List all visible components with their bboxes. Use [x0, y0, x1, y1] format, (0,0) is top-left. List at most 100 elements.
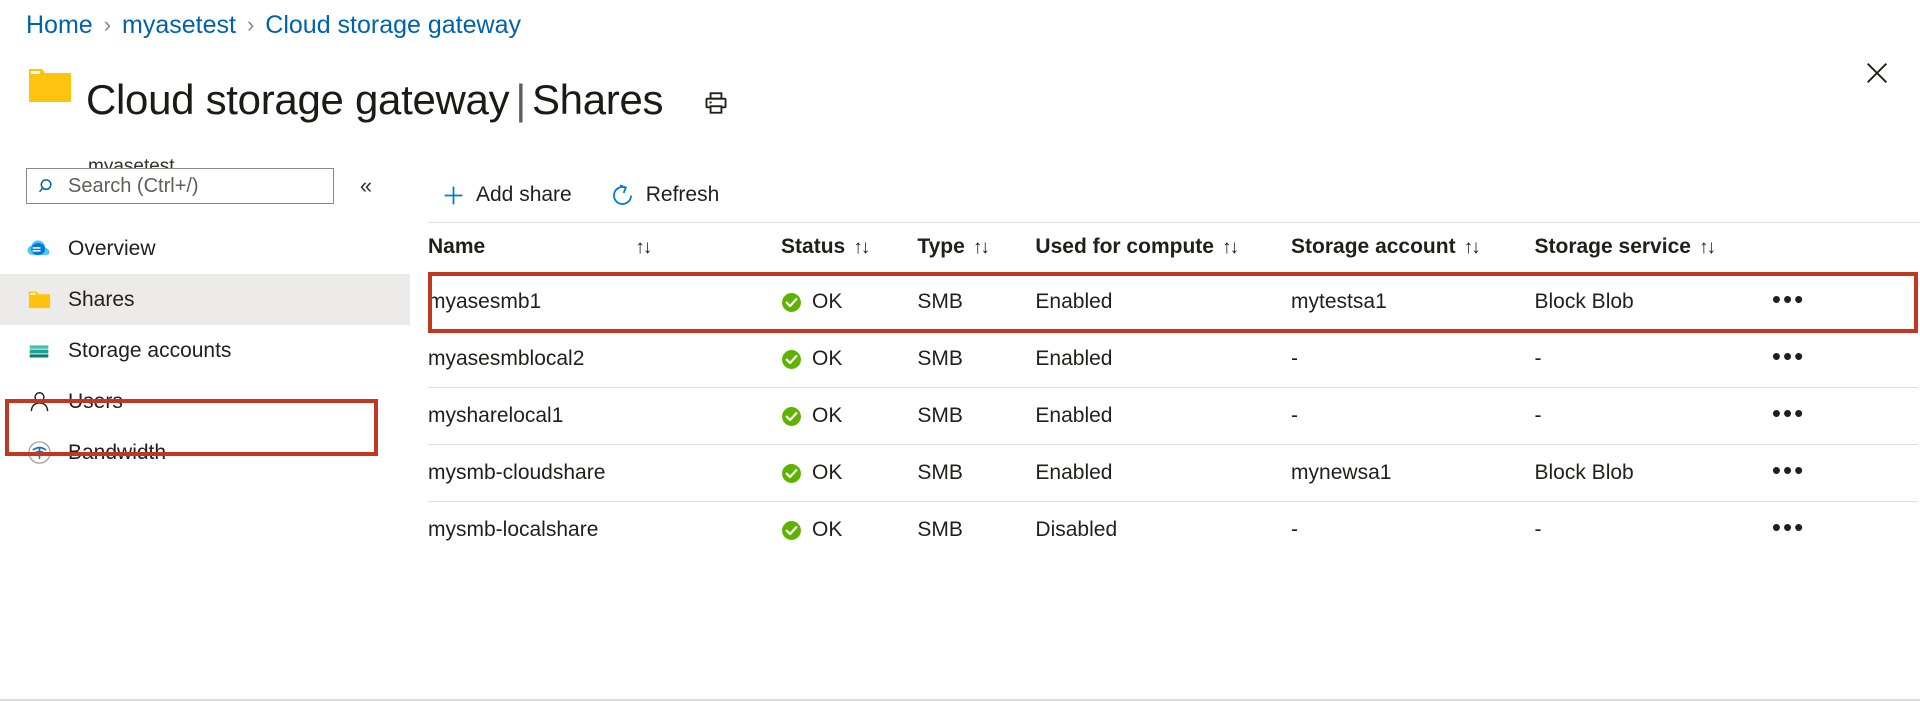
cell-type: SMB [917, 331, 1035, 388]
status-label: OK [812, 461, 842, 485]
cell-type: SMB [917, 274, 1035, 331]
blade-title-texts: Cloud storage gateway|Shares myasetest [86, 50, 733, 178]
column-header-status[interactable]: Status ↑↓ [781, 223, 917, 274]
sort-icon[interactable]: ↑↓ [973, 237, 988, 259]
cell-storage-service: Block Blob [1535, 445, 1772, 502]
command-bar: Add share Refresh [410, 168, 1920, 222]
cell-type: SMB [917, 502, 1035, 559]
storage-account-icon [24, 336, 54, 366]
cell-type: SMB [917, 388, 1035, 445]
column-label: Storage account [1291, 235, 1456, 259]
sidebar-item-bandwidth[interactable]: Bandwidth [0, 427, 410, 478]
column-header-type[interactable]: Type ↑↓ [917, 223, 1035, 274]
sidebar: « Overview [0, 168, 410, 699]
sidebar-item-overview[interactable]: Overview [0, 223, 410, 274]
search-icon [38, 177, 57, 196]
cell-storage-service: - [1535, 388, 1772, 445]
table-header: Name ↑↓ Status ↑↓ Type [428, 223, 1918, 274]
column-header-storage-account[interactable]: Storage account ↑↓ [1291, 223, 1534, 274]
add-share-button[interactable]: Add share [428, 176, 584, 214]
table-row[interactable]: mysmb-cloudshare OK [428, 445, 1918, 502]
cell-storage-service: Block Blob [1535, 274, 1772, 331]
cell-name[interactable]: mysmb-localshare [428, 502, 781, 559]
cell-name[interactable]: mysharelocal1 [428, 388, 781, 445]
cell-used-for-compute: Enabled [1035, 388, 1291, 445]
sidebar-item-shares[interactable]: Shares [0, 274, 410, 325]
cell-used-for-compute: Disabled [1035, 502, 1291, 559]
table-row[interactable]: mysharelocal1 OK [428, 388, 1918, 445]
column-header-name[interactable]: Name ↑↓ [428, 223, 781, 274]
sort-icon[interactable]: ↑↓ [1699, 237, 1714, 259]
page-title-resource: Cloud storage gateway [86, 76, 509, 123]
status-label: OK [812, 404, 842, 428]
sidebar-item-users[interactable]: Users [0, 376, 410, 427]
cell-storage-account: - [1291, 388, 1534, 445]
cell-name[interactable]: myasesmb1 [428, 274, 781, 331]
row-context-menu-button[interactable]: ••• [1772, 465, 1805, 475]
plus-icon [440, 182, 466, 208]
cell-storage-account: - [1291, 502, 1534, 559]
column-header-used-for-compute[interactable]: Used for compute ↑↓ [1035, 223, 1291, 274]
row-context-menu-button[interactable]: ••• [1772, 522, 1805, 532]
sort-icon[interactable]: ↑↓ [635, 237, 650, 259]
breadcrumb-item-home[interactable]: Home [26, 11, 93, 40]
cell-actions: ••• [1772, 331, 1918, 388]
column-label: Status [781, 235, 845, 259]
cell-status: OK [781, 445, 917, 502]
check-circle-icon [781, 463, 802, 484]
column-label: Used for compute [1035, 235, 1214, 259]
sidebar-item-label: Storage accounts [68, 339, 231, 363]
sort-icon[interactable]: ↑↓ [853, 237, 868, 259]
cell-used-for-compute: Enabled [1035, 274, 1291, 331]
cell-storage-account: mynewsa1 [1291, 445, 1534, 502]
sort-icon[interactable]: ↑↓ [1222, 237, 1237, 259]
table-row[interactable]: mysmb-localshare OK [428, 502, 1918, 559]
collapse-sidebar-button[interactable]: « [352, 172, 380, 200]
breadcrumb-item-myasetest[interactable]: myasetest [122, 11, 236, 40]
cell-type: SMB [917, 445, 1035, 502]
table-row[interactable]: myasesmblocal2 OK [428, 331, 1918, 388]
cell-actions: ••• [1772, 502, 1918, 559]
check-circle-icon [781, 292, 802, 313]
search-input[interactable] [66, 174, 310, 199]
breadcrumb-item-cloud-storage-gateway[interactable]: Cloud storage gateway [265, 11, 521, 40]
folder-icon [26, 60, 74, 108]
cell-storage-service: - [1535, 502, 1772, 559]
cell-actions: ••• [1772, 445, 1918, 502]
breadcrumb-separator: › [104, 12, 111, 38]
cell-storage-account: - [1291, 331, 1534, 388]
breadcrumb: Home › myasetest › Cloud storage gateway [26, 8, 521, 42]
close-icon[interactable] [1856, 52, 1898, 94]
refresh-button[interactable]: Refresh [598, 176, 732, 214]
azure-portal-blade: Home › myasetest › Cloud storage gateway… [0, 0, 1920, 701]
sidebar-item-label: Shares [68, 288, 135, 312]
cell-status: OK [781, 274, 917, 331]
check-circle-icon [781, 406, 802, 427]
sidebar-item-label: Users [68, 390, 123, 414]
table-header-row: Name ↑↓ Status ↑↓ Type [428, 223, 1918, 274]
row-context-menu-button[interactable]: ••• [1772, 408, 1805, 418]
sort-icon[interactable]: ↑↓ [1464, 237, 1479, 259]
column-label: Storage service [1535, 235, 1691, 259]
page-title-separator: | [509, 76, 532, 123]
cell-status: OK [781, 388, 917, 445]
cell-storage-service: - [1535, 331, 1772, 388]
cell-used-for-compute: Enabled [1035, 331, 1291, 388]
table-body: myasesmb1 OK [428, 274, 1918, 559]
column-label: Type [917, 235, 964, 259]
refresh-label: Refresh [646, 183, 720, 207]
cell-name[interactable]: mysmb-cloudshare [428, 445, 781, 502]
cell-status: OK [781, 331, 917, 388]
search-box[interactable] [26, 168, 334, 204]
sidebar-item-storage-accounts[interactable]: Storage accounts [0, 325, 410, 376]
shares-table: Name ↑↓ Status ↑↓ Type [428, 223, 1918, 558]
page-title-section: Shares [532, 76, 663, 123]
column-label: Name [428, 235, 485, 259]
status-label: OK [812, 518, 842, 542]
table-row[interactable]: myasesmb1 OK [428, 274, 1918, 331]
row-context-menu-button[interactable]: ••• [1772, 351, 1805, 361]
cell-name[interactable]: myasesmblocal2 [428, 331, 781, 388]
printer-icon[interactable] [699, 86, 733, 120]
column-header-storage-service[interactable]: Storage service ↑↓ [1535, 223, 1772, 274]
row-context-menu-button[interactable]: ••• [1772, 294, 1805, 304]
